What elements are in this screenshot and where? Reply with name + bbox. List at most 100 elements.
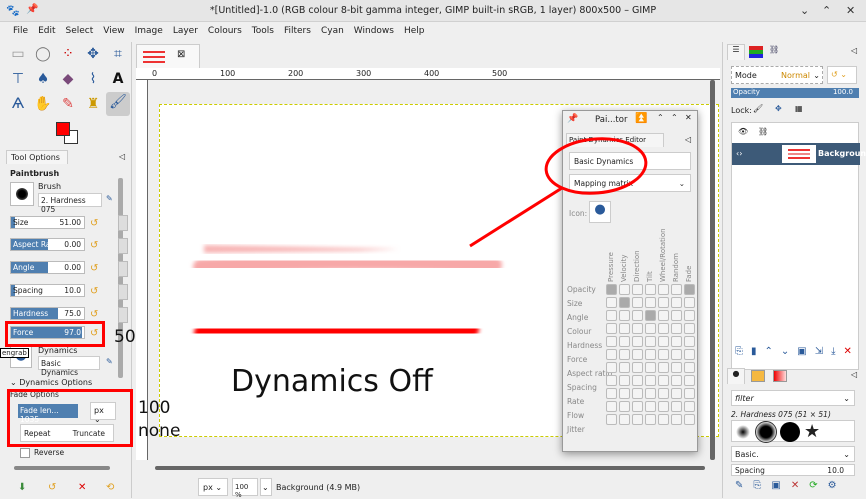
- layer-actions[interactable]: ⎘▮⌃⌄▣⇲⤓✕: [735, 346, 860, 357]
- tab-layers[interactable]: ☰: [727, 44, 745, 60]
- visibility-toggle-icon[interactable]: ‹›: [736, 149, 742, 158]
- panel-menu-icon[interactable]: ◁: [685, 135, 691, 144]
- matrix-cell[interactable]: [619, 362, 630, 373]
- menu-help[interactable]: Help: [399, 22, 430, 42]
- tab-paint-dynamics-editor[interactable]: Paint Dynamics Editor: [566, 133, 664, 147]
- matrix-cell[interactable]: [632, 414, 643, 425]
- brush-actions[interactable]: ✎⎘▣✕⟳⚙: [735, 480, 847, 491]
- paths-tool-icon[interactable]: ⌇: [83, 69, 103, 89]
- matrix-cell[interactable]: [684, 362, 695, 373]
- matrix-cell[interactable]: [658, 362, 669, 373]
- matrix-cell[interactable]: [684, 349, 695, 360]
- reset-aspect-icon[interactable]: ↺: [90, 240, 98, 251]
- opacity-slider[interactable]: Opacity 100.0: [731, 88, 859, 98]
- matrix-cell[interactable]: [658, 323, 669, 334]
- shade-icon[interactable]: ⏫: [635, 113, 647, 124]
- lock-pixels-icon[interactable]: 🖌: [753, 104, 763, 113]
- foreground-color-swatch[interactable]: [56, 122, 70, 136]
- maximize-button[interactable]: ⌃: [822, 4, 831, 17]
- rect-select-tool-icon[interactable]: ▭: [8, 44, 28, 64]
- minimize-button[interactable]: ⌄: [800, 4, 809, 17]
- menu-colours[interactable]: Colours: [203, 22, 247, 42]
- matrix-cell[interactable]: [658, 375, 669, 386]
- matrix-cell[interactable]: [658, 388, 669, 399]
- matrix-cell[interactable]: [645, 375, 656, 386]
- menu-filters[interactable]: Filters: [279, 22, 316, 42]
- tab-tool-options[interactable]: Tool Options: [6, 150, 68, 164]
- matrix-cell[interactable]: [619, 349, 630, 360]
- link-spacing-button[interactable]: [118, 284, 128, 300]
- menu-edit[interactable]: Edit: [33, 22, 60, 42]
- matrix-cell[interactable]: [606, 362, 617, 373]
- matrix-cell[interactable]: [671, 375, 682, 386]
- matrix-cell[interactable]: [632, 323, 643, 334]
- matrix-cell[interactable]: [658, 401, 669, 412]
- close-dialog-icon[interactable]: ✕: [685, 113, 692, 122]
- matrix-cell[interactable]: [606, 297, 617, 308]
- matrix-cell[interactable]: [606, 284, 617, 295]
- panel-menu-icon[interactable]: ◁: [851, 46, 857, 55]
- matrix-cell[interactable]: [684, 297, 695, 308]
- matrix-cell[interactable]: [606, 323, 617, 334]
- link-hardness-button[interactable]: [118, 307, 128, 323]
- minimize-icon[interactable]: ⌃: [657, 113, 664, 122]
- image-tab[interactable]: ⊠: [136, 44, 200, 68]
- matrix-cell[interactable]: [671, 349, 682, 360]
- matrix-cell[interactable]: [671, 284, 682, 295]
- menu-image[interactable]: Image: [130, 22, 168, 42]
- matrix-cell[interactable]: [684, 323, 695, 334]
- menu-tools[interactable]: Tools: [247, 22, 279, 42]
- matrix-cell[interactable]: [632, 336, 643, 347]
- dynamics-name-field[interactable]: Basic Dynamics: [569, 152, 691, 170]
- matrix-cell[interactable]: [606, 336, 617, 347]
- matrix-cell[interactable]: [632, 284, 643, 295]
- measure-tool-icon[interactable]: Ѧ: [8, 94, 28, 114]
- matrix-cell[interactable]: [645, 323, 656, 334]
- matrix-cell[interactable]: [619, 310, 630, 321]
- dynamics-options-expander[interactable]: ⌄ Dynamics Options: [10, 378, 92, 387]
- reset-hardness-icon[interactable]: ↺: [90, 309, 98, 320]
- brush-spacing-slider[interactable]: Spacing 10.0: [731, 464, 855, 476]
- bucket-fill-tool-icon[interactable]: ◆: [58, 69, 78, 89]
- reset-options-icon[interactable]: ⟲: [106, 482, 114, 493]
- fuzzy-select-tool-icon[interactable]: ⁘: [58, 44, 78, 64]
- size-slider[interactable]: Size 51.00: [10, 216, 85, 229]
- matrix-cell[interactable]: [632, 375, 643, 386]
- tool-options-scrollbar[interactable]: [118, 178, 123, 378]
- matrix-cell[interactable]: [658, 414, 669, 425]
- tab-brushes[interactable]: ●: [727, 368, 745, 384]
- angle-slider[interactable]: Angle 0.00: [10, 261, 85, 274]
- matrix-cell[interactable]: [606, 310, 617, 321]
- matrix-cell[interactable]: [684, 375, 695, 386]
- matrix-cell[interactable]: [606, 414, 617, 425]
- matrix-cell[interactable]: [606, 375, 617, 386]
- matrix-cell[interactable]: [619, 323, 630, 334]
- zoom-select[interactable]: 100 %: [232, 478, 258, 499]
- matrix-cell[interactable]: [632, 297, 643, 308]
- matrix-cell[interactable]: [671, 310, 682, 321]
- matrix-cell[interactable]: [671, 401, 682, 412]
- matrix-cell[interactable]: [645, 401, 656, 412]
- matrix-cell[interactable]: [645, 297, 656, 308]
- warp-tool-icon[interactable]: ♠: [33, 69, 53, 89]
- clone-tool-icon[interactable]: ♜: [83, 94, 103, 114]
- matrix-cell[interactable]: [619, 375, 630, 386]
- dynamics-field[interactable]: Basic Dynamics: [38, 356, 100, 377]
- menu-cyan[interactable]: Cyan: [316, 22, 349, 42]
- matrix-cell[interactable]: [645, 349, 656, 360]
- menu-file[interactable]: File: [8, 22, 33, 42]
- link-size-button[interactable]: [118, 215, 128, 231]
- matrix-cell[interactable]: [671, 362, 682, 373]
- brush-grid[interactable]: ★: [731, 420, 855, 443]
- tab-channels[interactable]: [749, 46, 763, 58]
- matrix-cell[interactable]: [619, 401, 630, 412]
- matrix-cell[interactable]: [671, 414, 682, 425]
- save-options-icon[interactable]: ⬇: [18, 482, 26, 493]
- matrix-cell[interactable]: [671, 336, 682, 347]
- tab-patterns[interactable]: [751, 370, 765, 382]
- brush-name-field[interactable]: 2. Hardness 075: [38, 193, 102, 214]
- menu-windows[interactable]: Windows: [349, 22, 399, 42]
- matrix-cell[interactable]: [606, 388, 617, 399]
- mode-reset-select[interactable]: ↺ ⌄: [827, 66, 857, 84]
- lock-position-icon[interactable]: ✥: [775, 104, 782, 113]
